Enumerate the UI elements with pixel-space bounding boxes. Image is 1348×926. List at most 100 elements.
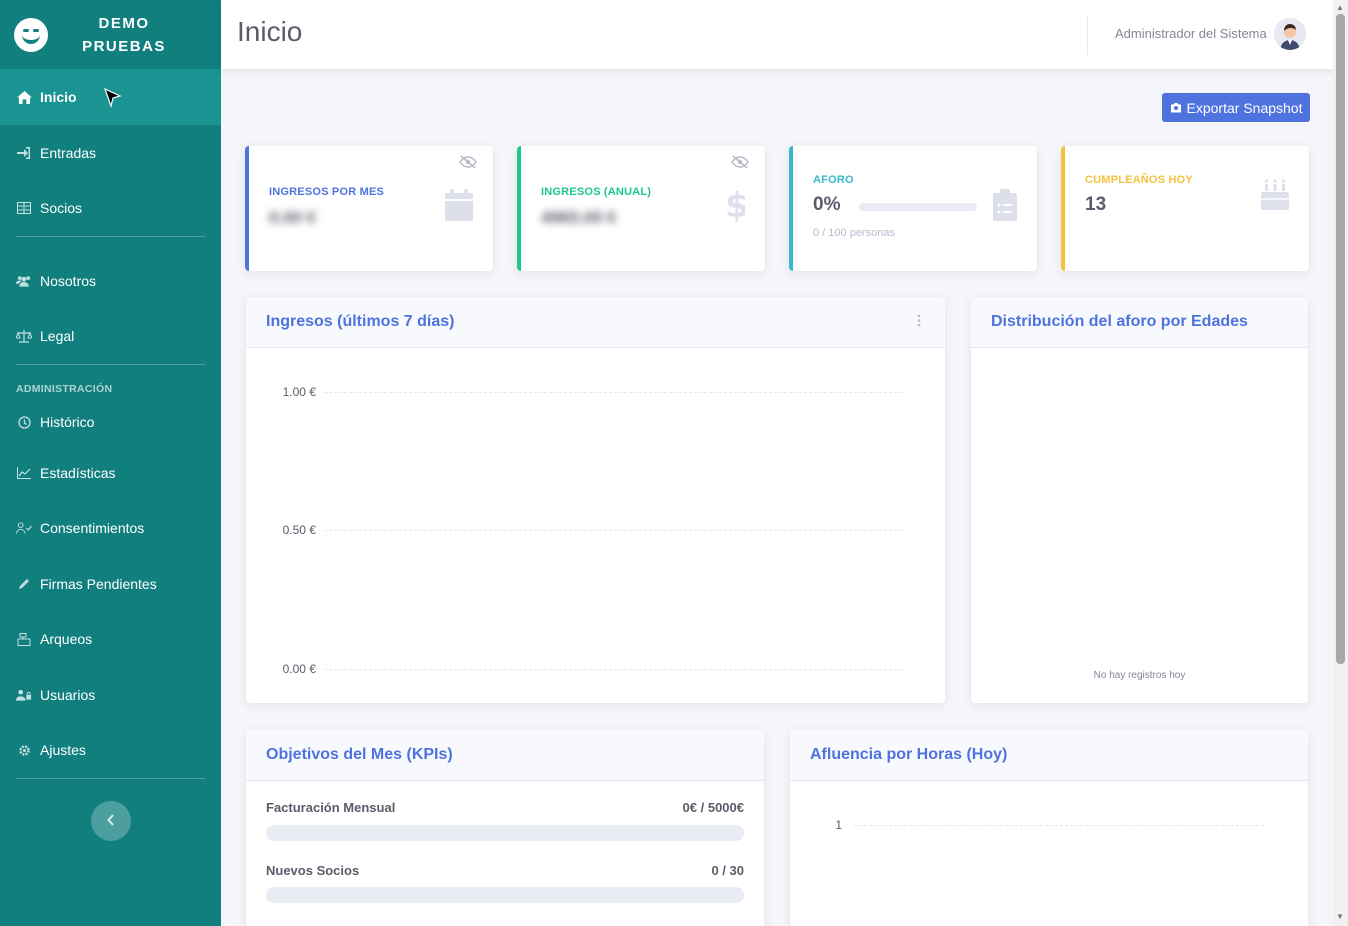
mouse-cursor-icon bbox=[104, 88, 122, 108]
sidebar-item-label: Legal bbox=[40, 328, 75, 345]
user-name[interactable]: Administrador del Sistema bbox=[1115, 26, 1267, 41]
panel-title: Distribución del aforo por Edades bbox=[971, 297, 1308, 348]
kpi-label: Facturación Mensual bbox=[266, 800, 396, 815]
calendar-icon bbox=[445, 189, 473, 226]
card-label: INGRESOS POR MES bbox=[269, 186, 385, 198]
topbar: Inicio Administrador del Sistema bbox=[221, 0, 1333, 69]
more-vertical-icon[interactable] bbox=[917, 314, 921, 330]
card-ingresos-anual: INGRESOS (ANUAL) 4965.00 € $ bbox=[517, 146, 765, 271]
camera-icon bbox=[1170, 100, 1182, 116]
brand[interactable]: DEMO PRUEBAS bbox=[0, 0, 221, 69]
card-label: CUMPLEAÑOS HOY bbox=[1085, 174, 1193, 186]
sidebar-item-historico[interactable]: Histórico bbox=[0, 399, 221, 445]
card-ingresos-mes: INGRESOS POR MES 0.00 € bbox=[245, 146, 493, 271]
y-tick-label: 0.00 € bbox=[282, 662, 316, 676]
pen-icon bbox=[16, 577, 32, 590]
grid-line bbox=[324, 392, 902, 393]
aforo-subtext: 0 / 100 personas bbox=[813, 227, 895, 239]
card-value: 13 bbox=[1085, 194, 1107, 215]
home-icon bbox=[16, 90, 32, 104]
sidebar-item-label: Arqueos bbox=[40, 631, 93, 648]
sidebar-item-label: Firmas Pendientes bbox=[40, 575, 157, 592]
cog-icon bbox=[16, 744, 32, 757]
kpi-row: Facturación Mensual 0€ / 5000€ bbox=[266, 800, 744, 841]
sidebar-item-label: Inicio bbox=[40, 89, 77, 105]
sidebar-toggle-button[interactable] bbox=[91, 801, 131, 841]
kpi-value: 0€ / 5000€ bbox=[682, 800, 744, 815]
export-snapshot-button[interactable]: Exportar Snapshot bbox=[1162, 93, 1310, 122]
card-aforo: AFORO 0% 0 / 100 personas bbox=[789, 146, 1037, 271]
sidebar-item-ajustes[interactable]: Ajustes bbox=[0, 723, 221, 779]
clipboard-list-icon bbox=[993, 189, 1017, 226]
sidebar-item-nosotros[interactable]: Nosotros bbox=[0, 253, 221, 309]
grid-line bbox=[854, 825, 1264, 826]
sidebar-item-firmas-pendientes[interactable]: Firmas Pendientes bbox=[0, 556, 221, 612]
sidebar-item-arqueos[interactable]: Arqueos bbox=[0, 612, 221, 668]
sidebar-item-estadisticas[interactable]: Estadísticas bbox=[0, 445, 221, 501]
chevron-left-icon bbox=[107, 813, 115, 829]
card-accent-bar bbox=[789, 146, 793, 271]
sidebar-item-label: Histórico bbox=[40, 414, 95, 430]
sign-in-icon bbox=[16, 146, 32, 159]
scroll-thumb[interactable] bbox=[1336, 14, 1345, 664]
balance-scale-icon bbox=[16, 329, 32, 343]
scroll-down-icon[interactable]: ▼ bbox=[1336, 912, 1344, 921]
sidebar-divider bbox=[16, 778, 205, 779]
kpi-value: 0 / 30 bbox=[711, 863, 744, 878]
sidebar-item-socios[interactable]: Socios bbox=[0, 181, 221, 237]
card-accent-bar bbox=[1061, 146, 1065, 271]
sidebar-heading-admin: ADMINISTRACIÓN bbox=[16, 383, 113, 395]
panel-title: Ingresos (últimos 7 días) bbox=[246, 297, 945, 348]
user-avatar-icon bbox=[1274, 18, 1306, 50]
export-snapshot-label: Exportar Snapshot bbox=[1186, 99, 1303, 116]
dollar-icon: $ bbox=[725, 186, 749, 227]
sidebar-item-label: Ajustes bbox=[40, 742, 86, 759]
users-icon bbox=[16, 275, 32, 287]
kpi-row: Nuevos Socios 0 / 30 bbox=[266, 863, 744, 903]
avatar[interactable] bbox=[1274, 18, 1306, 50]
history-icon bbox=[16, 415, 32, 429]
main-content: Exportar Snapshot INGRESOS POR MES 0.00 … bbox=[221, 69, 1333, 926]
card-label: AFORO bbox=[813, 174, 854, 186]
brand-logo-icon bbox=[14, 17, 48, 52]
sidebar-item-entradas[interactable]: Entradas bbox=[0, 125, 221, 181]
sidebar-item-legal[interactable]: Legal bbox=[0, 309, 221, 365]
birthday-cake-icon bbox=[1260, 178, 1290, 215]
eye-slash-icon[interactable] bbox=[459, 155, 477, 174]
card-label: INGRESOS (ANUAL) bbox=[541, 186, 652, 198]
cash-register-icon bbox=[16, 632, 32, 646]
y-tick-label: 0.50 € bbox=[282, 523, 316, 537]
y-tick-label: 1.00 € bbox=[282, 385, 316, 399]
sidebar-item-label: Usuarios bbox=[40, 686, 96, 703]
page-scrollbar[interactable]: ▲ ▼ bbox=[1333, 0, 1348, 926]
scroll-up-icon[interactable]: ▲ bbox=[1336, 3, 1344, 12]
topbar-divider bbox=[1087, 15, 1088, 55]
card-value: 0% bbox=[813, 194, 841, 215]
sidebar-item-label: Entradas bbox=[40, 144, 97, 161]
kpi-label: Nuevos Socios bbox=[266, 863, 360, 878]
sidebar-item-consentimientos[interactable]: Consentimientos bbox=[0, 501, 221, 557]
svg-text:$: $ bbox=[725, 186, 745, 222]
card-cumpleanos: CUMPLEAÑOS HOY 13 bbox=[1061, 146, 1309, 271]
card-accent-bar bbox=[517, 146, 521, 271]
page-title: Inicio bbox=[237, 16, 303, 47]
panel-kpis: Objetivos del Mes (KPIs) Facturación Men… bbox=[246, 730, 764, 926]
eye-slash-icon[interactable] bbox=[731, 155, 749, 174]
sidebar-item-label: Estadísticas bbox=[40, 464, 116, 481]
panel-distribucion-edades: Distribución del aforo por Edades No hay… bbox=[971, 297, 1308, 703]
sidebar-item-usuarios[interactable]: Usuarios bbox=[0, 667, 221, 723]
panel-title: Objetivos del Mes (KPIs) bbox=[246, 730, 764, 781]
chart-line-icon bbox=[16, 466, 32, 479]
table-icon bbox=[16, 202, 32, 215]
sidebar-item-label: Socios bbox=[40, 200, 83, 217]
panel-ingresos-7-dias: Ingresos (últimos 7 días) 1.00 € 0.50 € … bbox=[246, 297, 945, 703]
sidebar: DEMO PRUEBAS Inicio Entradas Socios Noso… bbox=[0, 0, 221, 926]
card-accent-bar bbox=[245, 146, 249, 271]
y-tick-label: 1 bbox=[835, 818, 842, 832]
sidebar-item-label: Consentimientos bbox=[40, 520, 145, 537]
user-lock-icon bbox=[16, 689, 32, 701]
brand-line2: PRUEBAS bbox=[82, 37, 166, 55]
aforo-progress-bar bbox=[859, 203, 977, 211]
panel-title-text: Ingresos (últimos 7 días) bbox=[266, 313, 455, 330]
panel-afluencia-horas: Afluencia por Horas (Hoy) 1 bbox=[790, 730, 1308, 926]
